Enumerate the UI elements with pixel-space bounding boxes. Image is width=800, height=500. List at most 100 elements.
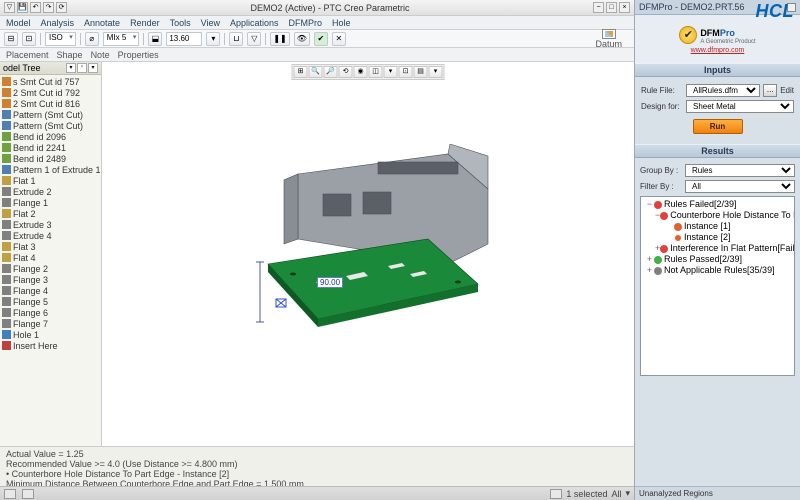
tree-item[interactable]: Flat 3: [0, 241, 101, 252]
rule-file-browse-button[interactable]: ...: [763, 84, 777, 97]
result-node[interactable]: Instance [2]: [643, 232, 792, 243]
tree-item[interactable]: Pattern (Smt Cut): [0, 109, 101, 120]
tree-item[interactable]: s Smt Cut id 757: [0, 76, 101, 87]
menu-view[interactable]: View: [201, 18, 220, 28]
menu-hole[interactable]: Hole: [332, 18, 351, 28]
expand-icon[interactable]: +: [645, 254, 654, 265]
tree-item[interactable]: Insert Here: [0, 340, 101, 351]
group-by-select[interactable]: Rules: [685, 164, 795, 177]
sb-select-icon[interactable]: [550, 489, 562, 499]
regen-icon[interactable]: ⟳: [56, 2, 67, 13]
result-node[interactable]: Instance [1]: [643, 221, 792, 232]
tree-item[interactable]: Flat 1: [0, 175, 101, 186]
maximize-button[interactable]: □: [606, 2, 617, 13]
repaint-icon[interactable]: ⟲: [339, 66, 353, 78]
tab-properties[interactable]: Properties: [118, 50, 159, 60]
rule-file-select[interactable]: AllRules.dfm: [686, 84, 760, 97]
tree-item[interactable]: Flat 4: [0, 252, 101, 263]
tree-item[interactable]: Bend id 2241: [0, 142, 101, 153]
menu-annotate[interactable]: Annotate: [84, 18, 120, 28]
pause-icon[interactable]: ❚❚: [270, 32, 289, 46]
result-node[interactable]: +Rules Passed[2/39]: [643, 254, 792, 265]
mix-select[interactable]: MIx 5: [103, 32, 140, 46]
minimize-button[interactable]: −: [593, 2, 604, 13]
dfm-website-link[interactable]: www.dfmpro.com: [691, 47, 745, 54]
csink-icon[interactable]: ▽: [247, 32, 261, 46]
tree-item[interactable]: Extrude 4: [0, 230, 101, 241]
filter-dropdown-icon[interactable]: ▾: [625, 488, 630, 499]
view-manager-icon[interactable]: ⊡: [399, 66, 413, 78]
tree-item[interactable]: Bend id 2096: [0, 131, 101, 142]
result-node[interactable]: −Counterbore Hole Distance To Part Edge[…: [643, 210, 792, 221]
tree-item[interactable]: Flange 5: [0, 296, 101, 307]
tree-item[interactable]: Bend id 2489: [0, 153, 101, 164]
expand-icon[interactable]: +: [645, 265, 654, 276]
expand-icon[interactable]: −: [645, 199, 654, 210]
datum-group[interactable]: Datum: [595, 29, 630, 49]
display-style-icon[interactable]: ◫: [369, 66, 383, 78]
zoom-in-icon[interactable]: 🔍: [309, 66, 323, 78]
tab-shape[interactable]: Shape: [57, 50, 83, 60]
menu-dfmpro[interactable]: DFMPro: [289, 18, 323, 28]
design-for-select[interactable]: Sheet Metal: [686, 100, 794, 113]
dimension-label[interactable]: 90.00: [317, 277, 343, 288]
selection-filter[interactable]: All: [611, 489, 621, 499]
result-node[interactable]: +Interference In Flat Pattern[Failed 2/2…: [643, 243, 792, 254]
filter-by-select[interactable]: All: [685, 180, 795, 193]
results-tree[interactable]: −Rules Failed[2/39]−Counterbore Hole Dis…: [640, 196, 795, 376]
spin-icon[interactable]: ◉: [354, 66, 368, 78]
sb-btn-2[interactable]: [22, 489, 34, 499]
tree-item[interactable]: Extrude 2: [0, 186, 101, 197]
cbore-icon[interactable]: ⊔: [229, 32, 243, 46]
cancel-button[interactable]: ✕: [332, 32, 346, 46]
menu-applications[interactable]: Applications: [230, 18, 279, 28]
saved-views-icon[interactable]: ▾: [384, 66, 398, 78]
3d-model[interactable]: [228, 144, 508, 364]
tree-item[interactable]: Flange 4: [0, 285, 101, 296]
sb-btn-1[interactable]: [4, 489, 16, 499]
tree-settings-icon[interactable]: ▾: [88, 63, 98, 73]
rule-file-edit-link[interactable]: Edit: [780, 86, 794, 95]
depth-dropdown-icon[interactable]: ▾: [206, 32, 220, 46]
tree-item[interactable]: Flange 7: [0, 318, 101, 329]
model-tree-list[interactable]: s Smt Cut id 7572 Smt Cut id 7922 Smt Cu…: [0, 75, 101, 446]
redo-icon[interactable]: ↷: [43, 2, 54, 13]
hole-type-icon[interactable]: ⊟: [4, 32, 18, 46]
ok-button[interactable]: ✔: [314, 32, 328, 46]
menu-render[interactable]: Render: [130, 18, 160, 28]
result-node[interactable]: −Rules Failed[2/39]: [643, 199, 792, 210]
tree-item[interactable]: 2 Smt Cut id 792: [0, 87, 101, 98]
iso-select[interactable]: ISO: [45, 32, 76, 46]
undo-icon[interactable]: ↶: [30, 2, 41, 13]
tab-note[interactable]: Note: [91, 50, 110, 60]
tree-item[interactable]: Pattern 1 of Extrude 1: [0, 164, 101, 175]
hole-std-icon[interactable]: ⊡: [22, 32, 36, 46]
zoom-out-icon[interactable]: 🔎: [324, 66, 338, 78]
3d-viewport[interactable]: ⊞ 🔍 🔎 ⟲ ◉ ◫ ▾ ⊡ ▤ ▾: [102, 62, 634, 446]
close-button[interactable]: ×: [619, 2, 630, 13]
menu-analysis[interactable]: Analysis: [41, 18, 75, 28]
tree-item[interactable]: Flange 3: [0, 274, 101, 285]
menu-model[interactable]: Model: [6, 18, 31, 28]
datum-plane-icon[interactable]: [602, 29, 616, 39]
tree-item[interactable]: Flange 1: [0, 197, 101, 208]
refit-icon[interactable]: ⊞: [294, 66, 308, 78]
save-icon[interactable]: 💾: [17, 2, 28, 13]
tree-item[interactable]: Flat 2: [0, 208, 101, 219]
tree-item[interactable]: Hole 1: [0, 329, 101, 340]
thread-icon[interactable]: ⌀: [85, 32, 99, 46]
tree-item[interactable]: Extrude 3: [0, 219, 101, 230]
tree-filter-icon[interactable]: ▾: [66, 63, 76, 73]
depth-icon[interactable]: ⬓: [148, 32, 162, 46]
result-node[interactable]: +Not Applicable Rules[35/39]: [643, 265, 792, 276]
run-button[interactable]: Run: [693, 119, 743, 134]
annotations-icon[interactable]: ▤: [414, 66, 428, 78]
menu-tools[interactable]: Tools: [170, 18, 191, 28]
tree-item[interactable]: Flange 2: [0, 263, 101, 274]
tab-placement[interactable]: Placement: [6, 50, 49, 60]
layers-icon[interactable]: ▾: [429, 66, 443, 78]
depth-input[interactable]: [166, 32, 202, 46]
tree-item[interactable]: 2 Smt Cut id 816: [0, 98, 101, 109]
app-menu-icon[interactable]: ▽: [4, 2, 15, 13]
tree-item[interactable]: Flange 6: [0, 307, 101, 318]
